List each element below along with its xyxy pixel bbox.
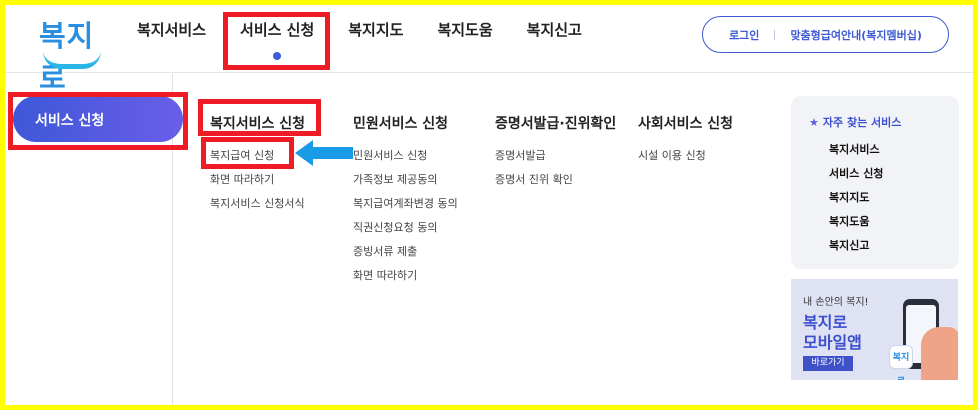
- banner-go-button[interactable]: 바로가기: [803, 356, 853, 371]
- quick-item[interactable]: 복지신고: [829, 237, 883, 261]
- menu-item-forms[interactable]: 복지서비스 신청서식: [210, 195, 305, 219]
- banner-title-line2: 모바일앱: [803, 333, 862, 352]
- banner-subtitle: 내 손안의 복지!: [803, 297, 869, 308]
- menu-item[interactable]: 민원서비스 신청: [353, 147, 458, 171]
- menu-item[interactable]: 직권신청요청 동의: [353, 219, 458, 243]
- column-title[interactable]: 사회서비스 신청: [638, 113, 733, 137]
- membership-guide-link[interactable]: 맞춤형급여안내(복지멤버십): [790, 27, 922, 43]
- quick-services-box: ★ 자주 찾는 서비스 복지서비스 서비스 신청 복지지도 복지도움 복지신고: [791, 96, 959, 269]
- page-frame: 복지로 복지서비스 서비스 신청 복지지도 복지도움 복지신고 로그인 맞춤형급…: [5, 5, 973, 405]
- quick-services-title: ★ 자주 찾는 서비스: [809, 114, 901, 130]
- menu-item-guide[interactable]: 화면 따라하기: [210, 171, 305, 195]
- logo[interactable]: 복지로: [37, 11, 107, 95]
- menu-item[interactable]: 가족정보 제공동의: [353, 171, 458, 195]
- menu-item[interactable]: 증빙서류 제출: [353, 243, 458, 267]
- menu-column-certificates: 증명서발급·진위확인 증명서발급 증명서 진위 확인: [495, 113, 616, 195]
- menu-column-social-service: 사회서비스 신청 시설 이용 신청: [638, 113, 733, 171]
- global-nav: 복지서비스 서비스 신청 복지지도 복지도움 복지신고: [137, 19, 616, 60]
- divider: [774, 29, 776, 40]
- gnb-item-welfare-service[interactable]: 복지서비스: [137, 19, 206, 40]
- quick-item[interactable]: 복지서비스: [829, 141, 883, 165]
- quick-item[interactable]: 복지도움: [829, 213, 883, 237]
- column-title[interactable]: 증명서발급·진위확인: [495, 113, 616, 137]
- util-menu: 로그인 맞춤형급여안내(복지멤버십): [702, 16, 949, 53]
- quick-title-label: 자주 찾는 서비스: [822, 116, 902, 129]
- column-list: 시설 이용 신청: [638, 147, 733, 171]
- column-list: 증명서발급 증명서 진위 확인: [495, 147, 616, 195]
- mobile-app-banner[interactable]: 내 손안의 복지! 복지로 모바일앱 바로가기 복지로: [791, 279, 958, 380]
- gnb-item-welfare-report[interactable]: 복지신고: [527, 19, 582, 40]
- column-list: 민원서비스 신청 가족정보 제공동의 복지급여계좌변경 동의 직권신청요청 동의…: [353, 147, 458, 291]
- menu-item[interactable]: 화면 따라하기: [353, 267, 458, 291]
- menu-item[interactable]: 증명서 진위 확인: [495, 171, 616, 195]
- login-link[interactable]: 로그인: [729, 27, 759, 43]
- highlight-box-gnb: [223, 12, 330, 70]
- star-icon: ★: [809, 116, 819, 129]
- highlight-box-benefit-apply: [201, 137, 294, 169]
- gnb-item-welfare-map[interactable]: 복지지도: [348, 19, 403, 40]
- column-title[interactable]: 민원서비스 신청: [353, 113, 458, 137]
- quick-services-list: 복지서비스 서비스 신청 복지지도 복지도움 복지신고: [829, 141, 883, 261]
- highlight-box-side: [8, 92, 188, 150]
- highlight-box-column-title: [198, 99, 321, 136]
- logo-smile-icon: [43, 51, 101, 69]
- arrow-left-icon: [295, 140, 353, 166]
- menu-column-civil-apply: 민원서비스 신청 민원서비스 신청 가족정보 제공동의 복지급여계좌변경 동의 …: [353, 113, 458, 291]
- quick-item[interactable]: 복지지도: [829, 189, 883, 213]
- menu-item[interactable]: 복지급여계좌변경 동의: [353, 195, 458, 219]
- menu-item[interactable]: 증명서발급: [495, 147, 616, 171]
- header: 복지로 복지서비스 서비스 신청 복지지도 복지도움 복지신고 로그인 맞춤형급…: [5, 5, 973, 95]
- menu-item[interactable]: 시설 이용 신청: [638, 147, 733, 171]
- gnb-item-welfare-help[interactable]: 복지도움: [437, 19, 492, 40]
- quick-item[interactable]: 서비스 신청: [829, 165, 883, 189]
- hand-image: [921, 327, 958, 380]
- app-icon: 복지로: [889, 345, 913, 380]
